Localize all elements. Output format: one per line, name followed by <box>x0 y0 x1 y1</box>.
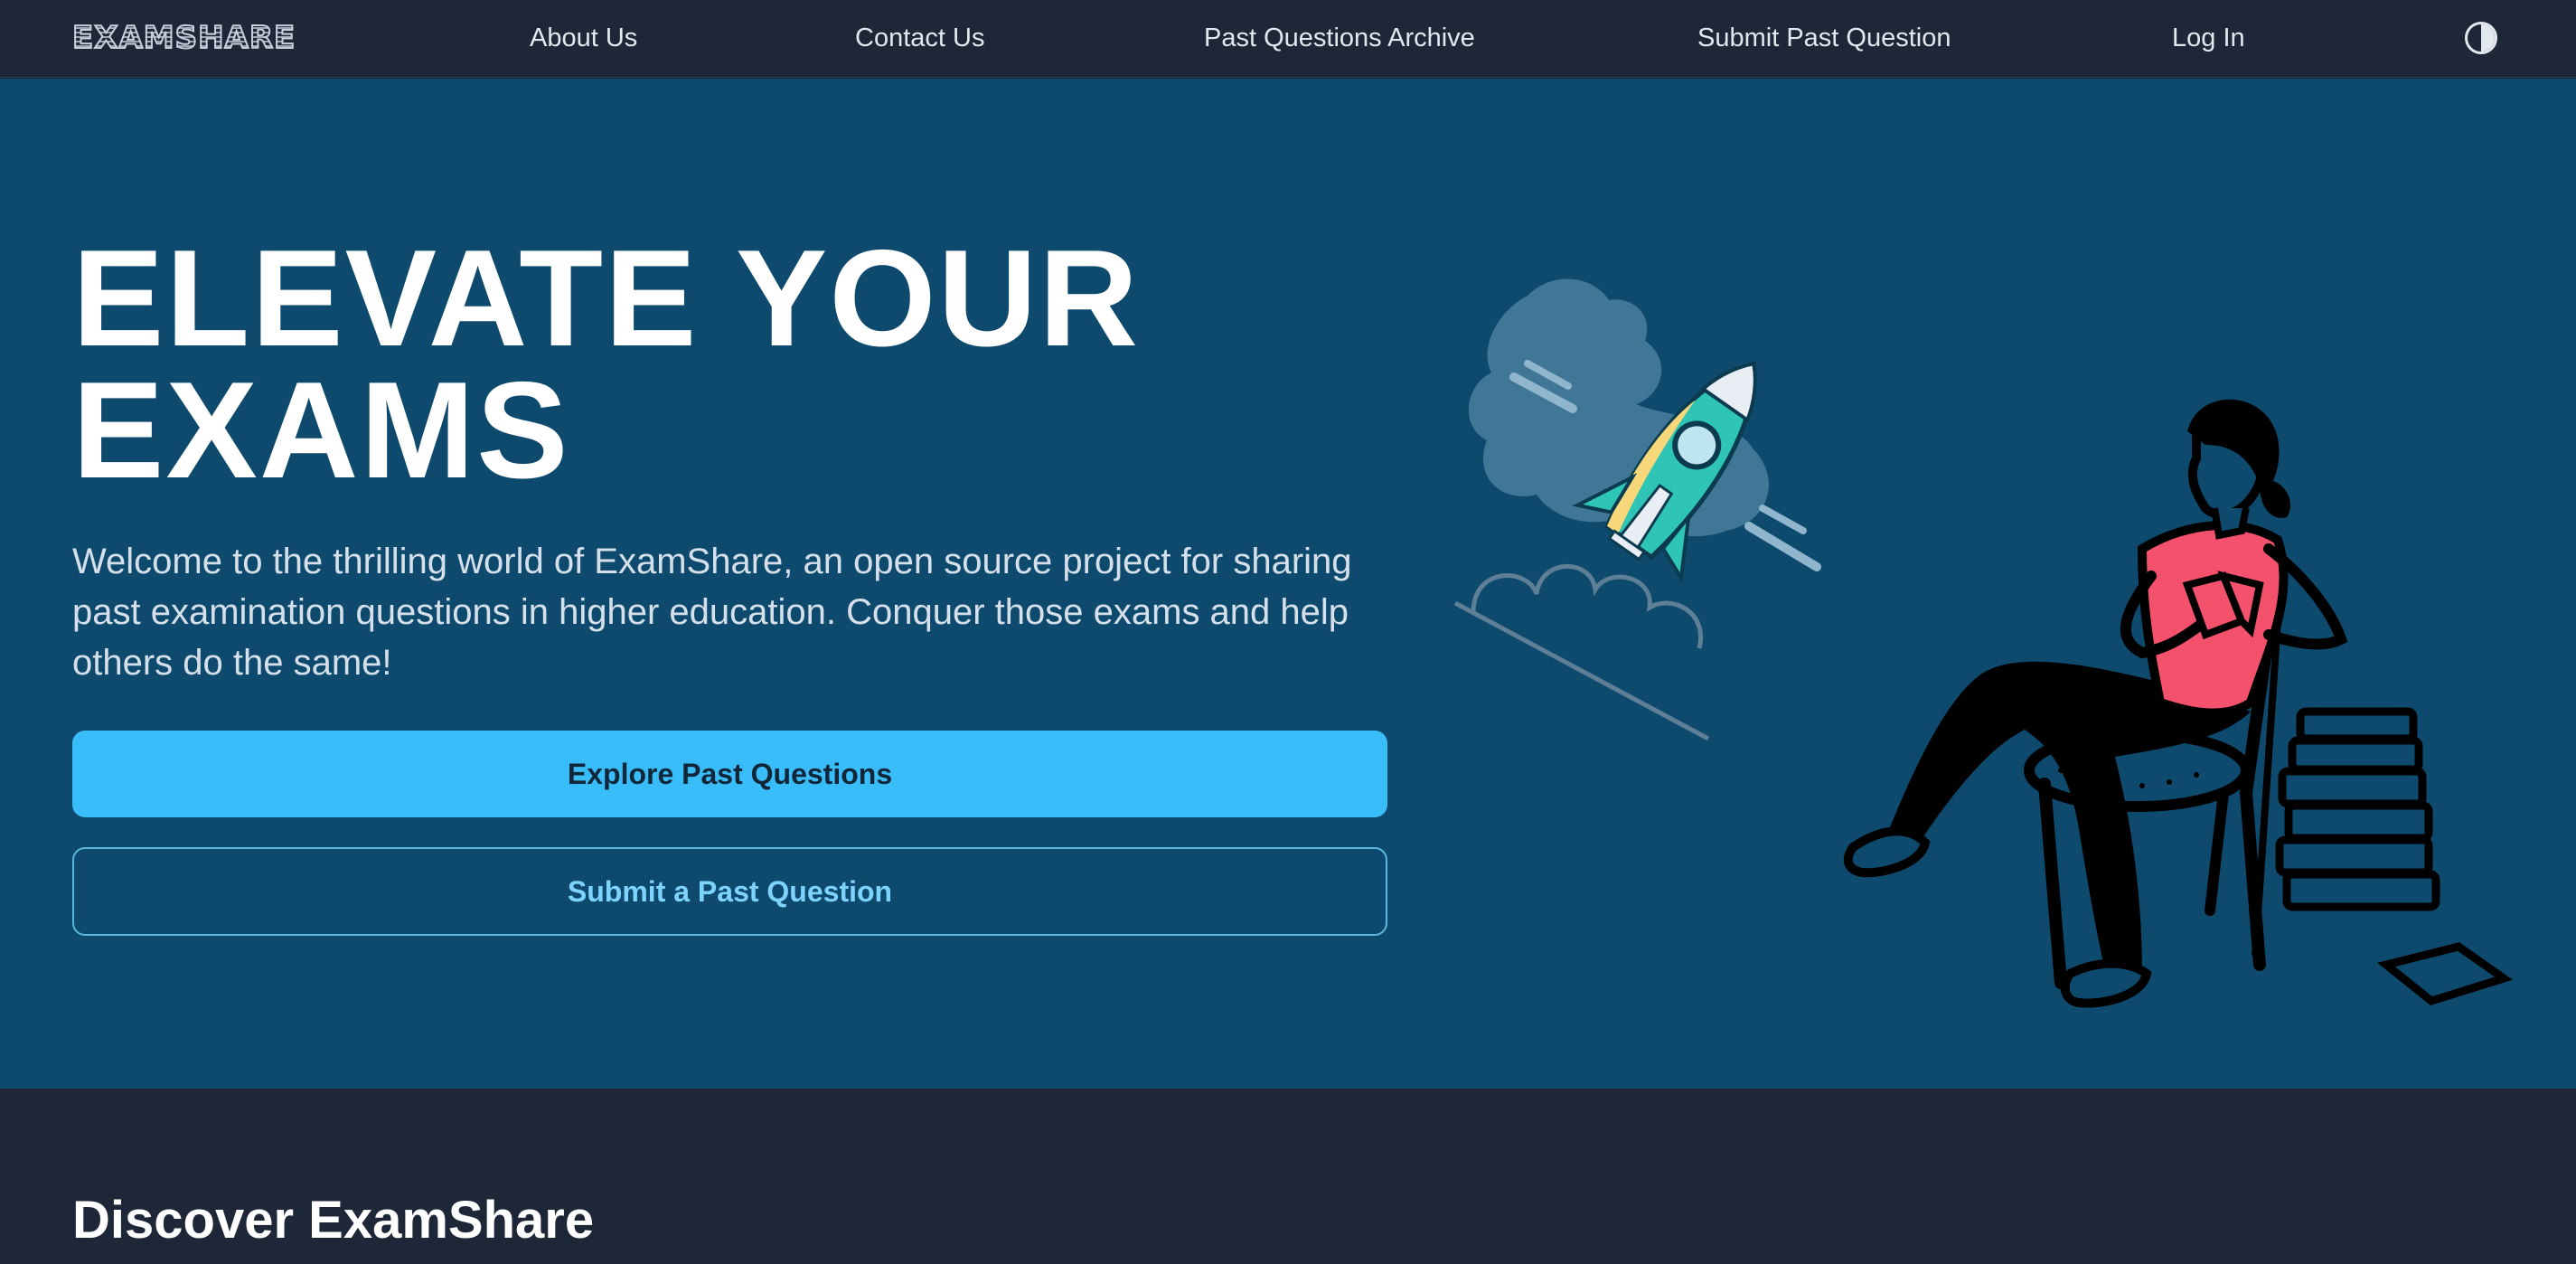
top-navbar: EXAMSHARE About Us Contact Us Past Quest… <box>0 0 2576 78</box>
explore-past-questions-button[interactable]: Explore Past Questions <box>72 731 1387 817</box>
nav-link-about[interactable]: About Us <box>530 24 637 53</box>
submit-past-question-button[interactable]: Submit a Past Question <box>72 847 1387 936</box>
nav-link-archive[interactable]: Past Questions Archive <box>1204 24 1475 53</box>
hero-title-line1: ELEVATE YOUR <box>72 222 1141 375</box>
nav-link-contact[interactable]: Contact Us <box>855 24 984 53</box>
hero-title: ELEVATE YOUR EXAMS <box>72 230 1247 499</box>
nav-link-login[interactable]: Log In <box>2172 24 2245 53</box>
hero-subtitle: Welcome to the thrilling world of ExamSh… <box>72 542 1352 683</box>
discover-section-title: Discover ExamShare <box>72 1191 595 1250</box>
examshare-logo[interactable]: EXAMSHARE <box>71 19 296 57</box>
hero-section: ELEVATE YOUR EXAMS Welcome to the thrill… <box>0 79 2576 1089</box>
reading-person-illustration <box>1843 399 2514 1008</box>
contrast-icon[interactable] <box>2465 22 2497 54</box>
hero-title-line2: EXAMS <box>72 354 570 507</box>
nav-link-submit[interactable]: Submit Past Question <box>1697 24 1951 53</box>
